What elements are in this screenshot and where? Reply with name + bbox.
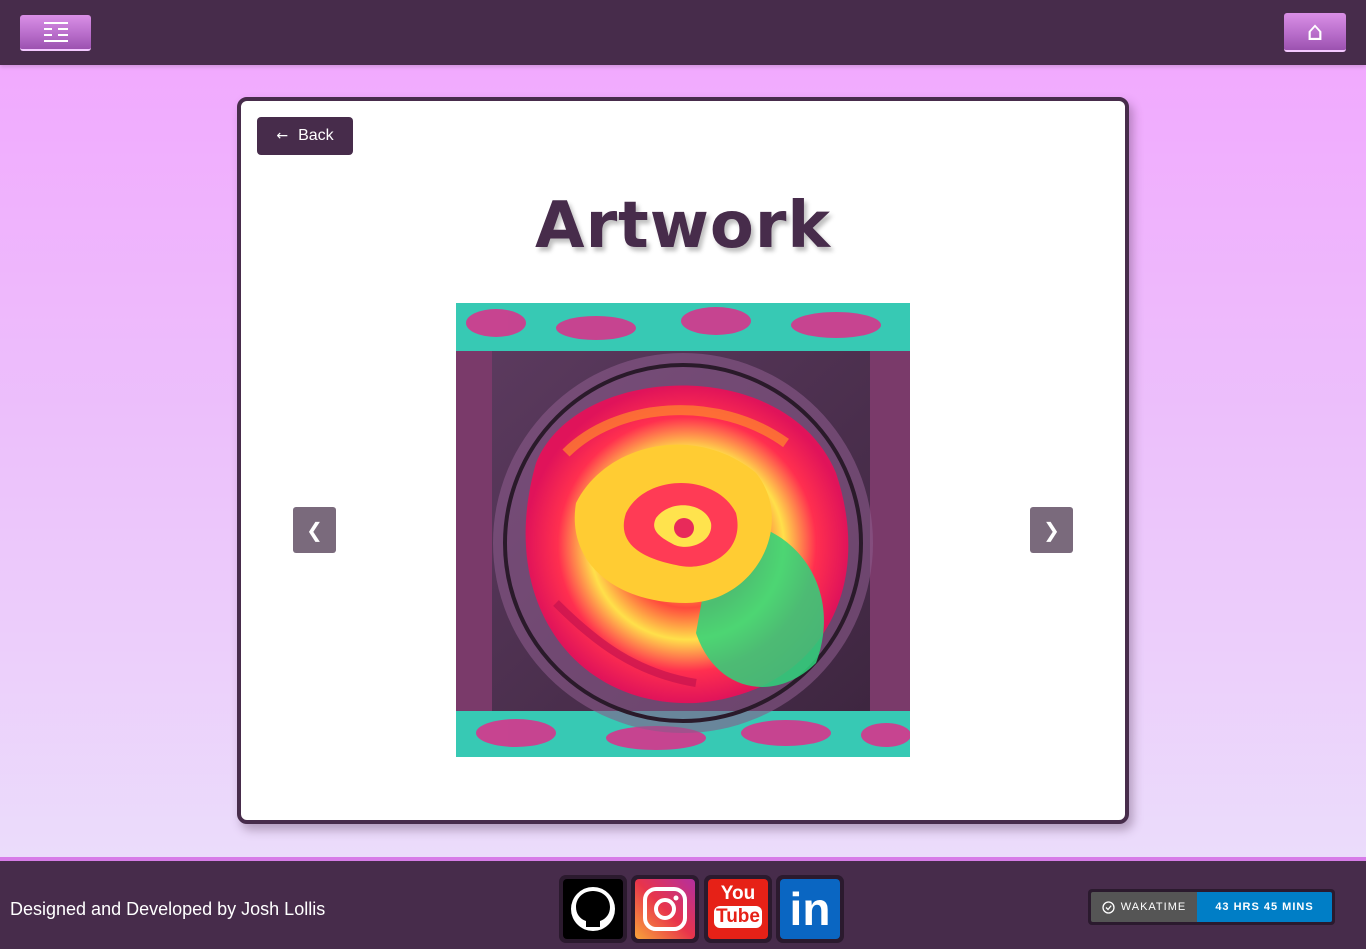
- home-button[interactable]: ⌂: [1284, 13, 1346, 52]
- back-arrow-icon: ←: [276, 128, 289, 144]
- linkedin-icon: in: [780, 879, 840, 939]
- youtube-icon-top-text: You: [720, 883, 756, 904]
- github-icon: [563, 879, 623, 939]
- carousel-prev-button[interactable]: ❮: [293, 507, 336, 553]
- back-button[interactable]: ← Back: [257, 117, 353, 155]
- youtube-link[interactable]: You Tube: [704, 875, 772, 943]
- footer: Designed and Developed by Josh Lollis Yo…: [0, 857, 1366, 949]
- instagram-icon: [635, 879, 695, 939]
- carousel-next-button[interactable]: ❯: [1030, 507, 1073, 553]
- artwork-card: ← Back Artwork ❮ ❯: [237, 97, 1129, 824]
- chevron-left-icon: ❮: [306, 518, 323, 542]
- chevron-right-icon: ❯: [1043, 518, 1060, 542]
- wakatime-badge[interactable]: WAKATIME 43 HRS 45 MINS: [1088, 889, 1335, 925]
- instagram-link[interactable]: [631, 875, 699, 943]
- menu-button[interactable]: [20, 15, 91, 51]
- menu-icon: [43, 22, 68, 42]
- wakatime-label: WAKATIME: [1120, 901, 1187, 913]
- page-title: Artwork: [535, 189, 831, 263]
- wakatime-icon: [1102, 900, 1115, 914]
- top-nav-bar: ⌂: [0, 0, 1366, 65]
- footer-credit: Designed and Developed by Josh Lollis: [10, 899, 326, 919]
- back-button-label: Back: [298, 127, 334, 144]
- artwork-image: [456, 303, 910, 757]
- wakatime-badge-label-section: WAKATIME: [1091, 892, 1197, 922]
- home-icon: ⌂: [1306, 16, 1324, 47]
- github-link[interactable]: [559, 875, 627, 943]
- youtube-icon: You Tube: [708, 879, 768, 939]
- wakatime-value: 43 HRS 45 MINS: [1197, 892, 1332, 922]
- linkedin-link[interactable]: in: [776, 875, 844, 943]
- youtube-icon-bottom-text: Tube: [714, 906, 762, 928]
